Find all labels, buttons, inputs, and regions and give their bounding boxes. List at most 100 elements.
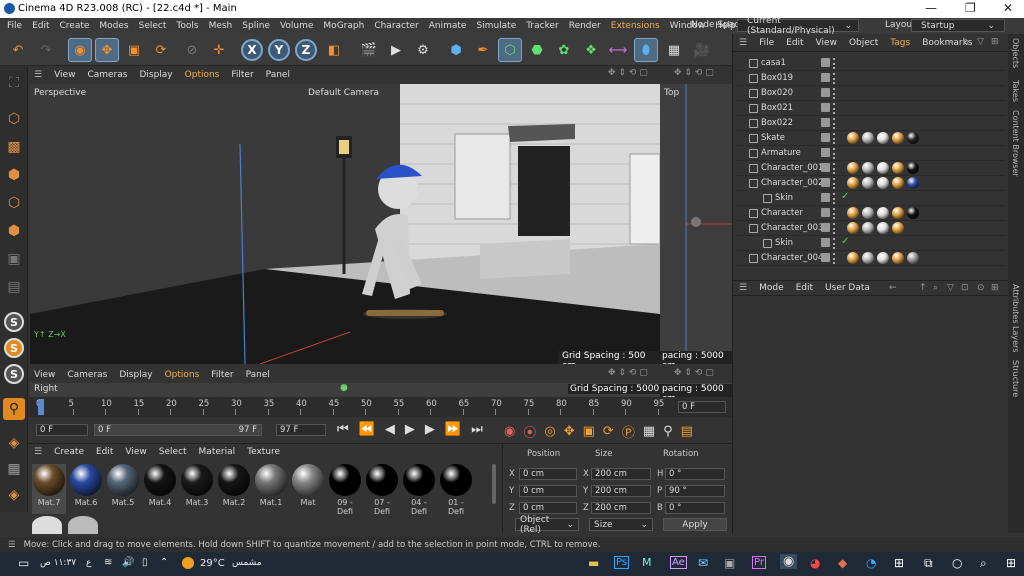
visibility-toggle-icon[interactable] — [821, 223, 830, 232]
photoshop-icon[interactable]: Ps — [614, 556, 630, 569]
motion-system-icon[interactable]: ⚲ — [663, 424, 673, 439]
object-tag-icon[interactable] — [892, 132, 904, 144]
rotate-tool-icon[interactable]: ⟳ — [149, 38, 173, 62]
menu-item-file[interactable]: File — [7, 21, 22, 31]
settings-icon[interactable]: ⊙ — [977, 283, 985, 293]
menu-item-mesh[interactable]: Mesh — [209, 21, 233, 31]
task-view-icon[interactable]: ⧉ — [924, 556, 933, 571]
viewport-menu-options[interactable]: Options — [165, 370, 200, 380]
next-frame-icon[interactable]: ▶ — [425, 422, 435, 437]
object-row[interactable]: Skin ✓ — [737, 236, 1005, 251]
go-to-end-icon[interactable]: ⏭ — [471, 422, 483, 437]
side-tab-content-browser[interactable]: Content Browser — [1011, 110, 1020, 177]
objects-menu-tags[interactable]: Tags — [890, 38, 910, 48]
polygons-mode-icon[interactable]: ⬢ — [3, 220, 25, 242]
hamburger-icon[interactable]: ☰ — [739, 38, 747, 48]
object-tag-icon[interactable] — [907, 132, 919, 144]
visibility-toggle-icon[interactable] — [821, 118, 830, 127]
visibility-toggle-icon[interactable] — [821, 178, 830, 187]
hamburger-icon[interactable]: ☰ — [34, 447, 42, 457]
object-row[interactable]: Character_002 — [737, 176, 1005, 191]
tweak-mode-icon[interactable]: ⚲ — [3, 398, 25, 420]
autokey-icon[interactable]: ⦿ — [523, 422, 536, 441]
visibility-toggle-icon[interactable] — [821, 253, 830, 262]
end-frame-field[interactable]: 97 F — [276, 424, 326, 436]
cortana-icon[interactable]: ○ — [952, 556, 962, 570]
workplane-icon[interactable]: ◈ — [3, 432, 25, 454]
mail-icon[interactable]: ✉ — [698, 556, 708, 570]
material-menu-view[interactable]: View — [125, 447, 146, 457]
objects-menu-view[interactable]: View — [816, 38, 837, 48]
object-tag-icon[interactable] — [862, 207, 874, 219]
object-tag-icon[interactable] — [892, 222, 904, 234]
volume-icon[interactable]: 🔊 — [122, 557, 134, 568]
attributes-menu-mode[interactable]: Mode — [759, 283, 784, 293]
position-field[interactable]: 0 cm — [519, 502, 577, 514]
side-tab-takes[interactable]: Takes — [1011, 80, 1020, 102]
editor-render-dots-icon[interactable] — [833, 118, 836, 129]
previous-key-icon[interactable]: ⏪ — [359, 422, 375, 437]
editor-render-dots-icon[interactable] — [833, 88, 836, 99]
position-field[interactable]: 0 cm — [519, 468, 577, 480]
points-mode-icon[interactable]: ⬢ — [3, 164, 25, 186]
layout-dropdown[interactable]: Startup ⌄ — [911, 19, 1005, 32]
viewport-nav-icon[interactable]: ✥ ⇕ ⟲ ▢ — [674, 368, 714, 378]
object-tag-icon[interactable] — [907, 177, 919, 189]
hamburger-icon[interactable]: ☰ — [34, 70, 42, 80]
editor-render-dots-icon[interactable] — [833, 238, 836, 249]
visibility-toggle-icon[interactable] — [821, 88, 830, 97]
cube-icon[interactable]: ⬢ — [444, 38, 468, 62]
playhead[interactable] — [38, 399, 44, 415]
menu-item-mograph[interactable]: MoGraph — [323, 21, 364, 31]
keyframe-selection-icon[interactable]: ◎ — [544, 424, 555, 439]
object-tag-icon[interactable] — [862, 132, 874, 144]
material-menu-select[interactable]: Select — [159, 447, 187, 457]
side-tab-layers[interactable]: Layers — [1011, 326, 1020, 352]
live-selection-icon[interactable]: ◉ — [68, 38, 92, 62]
editor-render-dots-icon[interactable] — [833, 208, 836, 219]
object-tag-icon[interactable] — [847, 177, 859, 189]
visibility-toggle-icon[interactable] — [821, 238, 830, 247]
floor-icon[interactable]: ▦ — [662, 38, 686, 62]
editor-render-dots-icon[interactable] — [833, 148, 836, 159]
object-tag-icon[interactable] — [862, 252, 874, 264]
object-tag-icon[interactable] — [877, 177, 889, 189]
objects-menu-edit[interactable]: Edit — [786, 38, 803, 48]
wifi-icon[interactable]: ≋ — [104, 557, 112, 568]
size-field[interactable]: 200 cm — [591, 485, 651, 497]
play-icon[interactable]: ▶ — [405, 422, 415, 437]
scale-key-icon[interactable]: ▣ — [583, 424, 595, 439]
viewport-nav-icon[interactable]: ✥ ⇕ ⟲ ▢ — [674, 68, 714, 78]
hamburger-icon[interactable]: ☰ — [739, 283, 747, 293]
editor-render-dots-icon[interactable] — [833, 223, 836, 234]
new-window-icon[interactable]: ⊞ — [991, 37, 999, 47]
object-row[interactable]: Character_003 — [737, 221, 1005, 236]
object-row[interactable]: Character_001 — [737, 161, 1005, 176]
material-swatch[interactable]: Mat.4 — [143, 464, 177, 514]
material-swatch[interactable]: 07 - Defi — [365, 464, 399, 516]
object-tag-icon[interactable] — [892, 162, 904, 174]
parameter-key-icon[interactable]: Ⓟ — [622, 422, 635, 441]
menu-item-render[interactable]: Render — [569, 21, 601, 31]
filter-icon[interactable]: ▽ — [947, 283, 954, 293]
material-preview[interactable] — [32, 516, 62, 534]
material-swatch[interactable]: 04 - Defi — [402, 464, 436, 516]
grid-icon[interactable]: ▦ — [3, 458, 25, 480]
position-key-icon[interactable]: ✥ — [564, 424, 575, 439]
object-row[interactable]: Box022 — [737, 116, 1005, 131]
editor-render-dots-icon[interactable] — [833, 73, 836, 84]
render-picture-viewer-icon[interactable]: ▶ — [384, 38, 408, 62]
axis-mode-icon[interactable]: ▤ — [3, 276, 25, 298]
viewport-menu-view[interactable]: View — [54, 70, 75, 80]
frame-range-slider[interactable]: 0 F 97 F — [94, 424, 262, 436]
close-button[interactable]: ✕ — [1003, 1, 1013, 15]
viewport-menu-display[interactable]: Display — [119, 370, 152, 380]
material-menu-texture[interactable]: Texture — [247, 447, 280, 457]
record-icon[interactable]: ◉ — [504, 424, 515, 439]
subdivision-icon[interactable]: ⬡ — [498, 38, 522, 62]
camera-label[interactable]: Default Camera — [308, 88, 379, 98]
undo-icon[interactable]: ↶ — [6, 38, 30, 62]
new-window-icon[interactable]: ⊞ — [991, 283, 999, 293]
side-tab-attributes[interactable]: Attributes — [1011, 284, 1020, 324]
object-row[interactable]: Character_004 — [737, 251, 1005, 266]
